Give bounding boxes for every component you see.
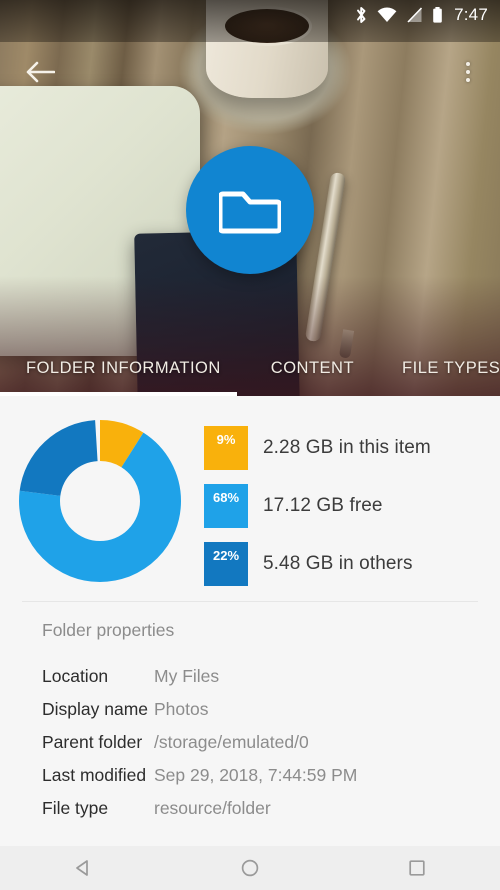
section-divider	[22, 601, 478, 602]
legend-label-free: 17.12 GB free	[263, 495, 383, 516]
folder-badge	[186, 146, 314, 274]
no-sim-signal-icon	[407, 7, 423, 23]
folder-properties-list: Location My Files Display name Photos Pa…	[0, 666, 500, 831]
property-label: Parent folder	[42, 732, 143, 752]
status-bar: 7:47	[0, 0, 500, 30]
nav-back-icon	[76, 860, 89, 876]
bluetooth-icon	[357, 7, 366, 23]
property-row-parent-folder: Parent folder /storage/emulated/0	[0, 732, 500, 765]
property-label: Last modified	[42, 765, 147, 785]
nav-home-icon	[241, 859, 259, 877]
property-row-location: Location My Files	[0, 666, 500, 699]
folder-properties-title: Folder properties	[42, 620, 175, 640]
tab-selected-indicator	[0, 392, 237, 396]
storage-legend: 9% 2.28 GB in this item 68% 17.12 GB fre…	[204, 426, 431, 586]
overflow-menu-icon	[466, 62, 470, 66]
folder-icon	[219, 191, 281, 234]
legend-item: 68% 17.12 GB free	[204, 484, 431, 528]
overflow-menu-icon	[466, 70, 470, 74]
legend-swatch-in-this-item: 9%	[204, 426, 248, 470]
property-row-display-name: Display name Photos	[0, 699, 500, 732]
phone-screen: FOLDER INFORMATION CONTENT FILE TYPES 7:…	[0, 0, 500, 890]
tab-bar: FOLDER INFORMATION CONTENT FILE TYPES	[0, 340, 500, 396]
legend-label-others: 5.48 GB in others	[263, 553, 413, 574]
tab-file-types[interactable]: FILE TYPES	[398, 359, 500, 378]
content-area: 9% 2.28 GB in this item 68% 17.12 GB fre…	[0, 396, 500, 846]
legend-item: 22% 5.48 GB in others	[204, 542, 431, 586]
back-arrow-icon	[26, 61, 55, 83]
property-value: My Files	[154, 666, 220, 686]
battery-icon	[433, 7, 442, 23]
storage-chart-section: 9% 2.28 GB in this item 68% 17.12 GB fre…	[0, 396, 500, 601]
property-label: File type	[42, 798, 109, 818]
legend-swatch-free: 68%	[204, 484, 248, 528]
property-value: resource/folder	[154, 798, 271, 818]
status-bar-clock: 7:47	[454, 5, 488, 24]
nav-recents-icon	[408, 860, 425, 876]
nav-back-button[interactable]	[53, 846, 113, 890]
storage-donut-chart	[19, 420, 181, 582]
system-navigation-bar	[0, 846, 500, 890]
overflow-menu-icon	[466, 78, 470, 82]
overflow-menu-button[interactable]	[450, 50, 486, 94]
legend-label-in-this-item: 2.28 GB in this item	[263, 437, 431, 458]
nav-recents-button[interactable]	[387, 846, 447, 890]
tab-content[interactable]: CONTENT	[267, 359, 358, 378]
app-bar	[0, 42, 500, 98]
property-value: /storage/emulated/0	[154, 732, 309, 752]
tab-folder-information[interactable]: FOLDER INFORMATION	[22, 359, 225, 378]
legend-item: 9% 2.28 GB in this item	[204, 426, 431, 470]
property-value: Sep 29, 2018, 7:44:59 PM	[154, 765, 358, 785]
property-row-file-type: File type resource/folder	[0, 798, 500, 831]
nav-home-button[interactable]	[220, 846, 280, 890]
property-row-last-modified: Last modified Sep 29, 2018, 7:44:59 PM	[0, 765, 500, 798]
property-label: Location	[42, 666, 109, 686]
legend-swatch-others: 22%	[204, 542, 248, 586]
property-label: Display name	[42, 699, 149, 719]
property-value: Photos	[154, 699, 209, 719]
wifi-icon	[377, 7, 397, 22]
back-button[interactable]	[20, 52, 60, 92]
